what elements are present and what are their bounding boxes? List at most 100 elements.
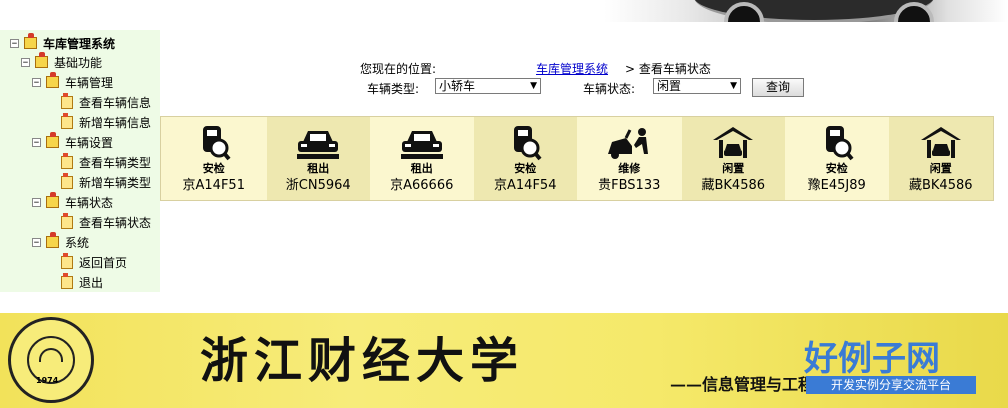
- tree-folder-label: 车辆管理: [65, 75, 114, 90]
- breadcrumb-label: 您现在的位置:: [360, 62, 437, 76]
- collapse-icon[interactable]: −: [32, 77, 41, 87]
- folder-icon: [46, 132, 59, 148]
- collapse-icon[interactable]: −: [32, 237, 41, 247]
- vehicle-plate: 藏BK4586: [701, 178, 766, 193]
- vehicle-plate: 京A14F51: [182, 178, 245, 193]
- garage-icon: [711, 124, 755, 162]
- vehicle-card[interactable]: 闲置藏BK4586: [681, 117, 786, 200]
- tree-link-label[interactable]: 新增车辆信息: [79, 114, 151, 131]
- vehicle-plate: 贵FBS133: [598, 178, 661, 193]
- vehicle-card[interactable]: 安检京A14F54: [473, 117, 578, 200]
- page-icon: [61, 212, 73, 229]
- tree-link-logout[interactable]: 退出: [61, 272, 103, 291]
- folder-icon: [24, 33, 37, 49]
- tree-folder-label: 车辆状态: [65, 195, 114, 210]
- vehicle-status-text: 租出: [307, 162, 330, 175]
- vehicle-card[interactable]: 维修贵FBS133: [577, 117, 682, 200]
- vehicle-status-icon-wrap: 安检: [785, 117, 889, 177]
- query-button[interactable]: 查询: [752, 78, 804, 97]
- seal-year: 1974: [36, 376, 59, 385]
- dropdown-arrow-icon: ▼: [730, 81, 737, 91]
- vehicle-plate: 京A66666: [390, 178, 454, 193]
- tree-link-label[interactable]: 返回首页: [79, 254, 127, 271]
- collapse-icon[interactable]: −: [21, 57, 30, 67]
- breadcrumb-link[interactable]: 车库管理系统: [536, 60, 608, 77]
- inspection-icon: [820, 124, 854, 162]
- folder-icon: [46, 192, 59, 208]
- vehicle-status-text: 安检: [514, 162, 537, 175]
- vehicle-status-text: 维修: [618, 162, 641, 175]
- tree-group-basic[interactable]: − 基础功能: [21, 52, 102, 71]
- page-icon: [61, 152, 73, 169]
- vehicle-status-value: 闲置: [657, 79, 682, 93]
- vehicle-plate: 豫E45J89: [807, 178, 866, 193]
- tree-link-home[interactable]: 返回首页: [61, 252, 127, 271]
- vehicle-status-icon-wrap: 租出: [370, 117, 474, 177]
- vehicle-status-icon-wrap: 闲置: [682, 117, 786, 177]
- page-icon: [61, 252, 73, 269]
- vehicle-type-label: 车辆类型:: [367, 82, 420, 96]
- university-seal-icon: 1974: [8, 317, 94, 403]
- top-banner-image: [604, 0, 1008, 22]
- dropdown-arrow-icon: ▼: [530, 81, 537, 91]
- folder-icon: [46, 232, 59, 248]
- page-icon: [61, 172, 73, 189]
- tree-folder-system[interactable]: − 系统: [32, 232, 90, 251]
- repair-icon: [606, 124, 652, 162]
- vehicle-type-select[interactable]: 小轿车 ▼: [435, 78, 541, 94]
- vehicle-status-select[interactable]: 闲置 ▼: [653, 78, 741, 94]
- tree-link-add-vehicle-info[interactable]: 新增车辆信息: [61, 112, 151, 131]
- vehicle-status-grid: 安检 京A14F51 租出 浙CN5964 租出 京A66666 安检 京A14F54 维修 贵F…: [160, 116, 994, 201]
- inspection-icon: [197, 124, 231, 162]
- tree-root-label: 车库管理系统: [43, 36, 116, 51]
- collapse-icon[interactable]: −: [32, 197, 41, 207]
- nav-tree: − 车库管理系统 − 基础功能 − 车辆管理 查看车辆信息 新增车辆信息 − 车…: [0, 30, 160, 292]
- breadcrumb-current: > 查看车辆状态: [625, 62, 711, 76]
- tree-link-label[interactable]: 查看车辆状态: [79, 214, 151, 231]
- vehicle-plate: 浙CN5964: [285, 178, 351, 193]
- folder-icon: [46, 72, 59, 88]
- tree-link-label[interactable]: 查看车辆信息: [79, 94, 151, 111]
- tree-folder-vehicle-status[interactable]: − 车辆状态: [32, 192, 114, 211]
- vehicle-card[interactable]: 安检 豫E45J89: [785, 117, 889, 200]
- watermark-logo: 好例子网: [804, 339, 940, 379]
- vehicle-status-icon-wrap: 维修: [577, 117, 682, 177]
- vehicle-card[interactable]: 闲置 藏BK4586: [888, 117, 994, 200]
- vehicle-card[interactable]: 安检京A14F51: [161, 117, 267, 200]
- tree-root[interactable]: − 车库管理系统: [10, 33, 116, 52]
- vehicle-plate: 藏BK4586: [908, 178, 973, 193]
- tree-folder-label: 车辆设置: [65, 135, 114, 150]
- collapse-icon[interactable]: −: [10, 38, 19, 48]
- watermark-tagline: 开发实例分享交流平台: [806, 376, 976, 394]
- tree-link-label[interactable]: 查看车辆类型: [79, 154, 151, 171]
- vehicle-status-text: 安检: [202, 162, 225, 175]
- vehicle-status-text: 闲置: [722, 162, 745, 175]
- vehicle-plate: 京A14F54: [494, 178, 557, 193]
- vehicle-status-text: 租出: [410, 162, 433, 175]
- tree-link-label[interactable]: 新增车辆类型: [79, 174, 151, 191]
- page-icon: [61, 272, 73, 289]
- vehicle-card[interactable]: 租出浙CN5964: [266, 117, 371, 200]
- tree-folder-vehicle-settings[interactable]: − 车辆设置: [32, 132, 114, 151]
- collapse-icon[interactable]: −: [32, 137, 41, 147]
- tree-link-view-vehicle-status[interactable]: 查看车辆状态: [61, 212, 151, 231]
- tree-folder-vehicle-management[interactable]: − 车辆管理: [32, 72, 114, 91]
- folder-icon: [35, 52, 48, 68]
- tree-link-view-vehicle-info[interactable]: 查看车辆信息: [61, 92, 151, 111]
- footer-banner: 1974 浙江财经大学 ——信息管理与工程学院 好例子网 开发实例分享交流平台: [0, 313, 1008, 408]
- university-name: 浙江财经大学: [200, 333, 525, 389]
- page-icon: [61, 112, 73, 129]
- tree-link-view-vehicle-types[interactable]: 查看车辆类型: [61, 152, 151, 171]
- garage-icon: [919, 124, 963, 162]
- vehicle-card[interactable]: 租出京A66666: [370, 117, 474, 200]
- tree-link-add-vehicle-type[interactable]: 新增车辆类型: [61, 172, 151, 191]
- vehicle-status-icon-wrap: 安检: [474, 117, 578, 177]
- vehicle-status-icon-wrap: 租出: [267, 117, 371, 177]
- tree-link-label[interactable]: 退出: [79, 274, 103, 291]
- inspection-icon: [508, 124, 542, 162]
- vehicle-status-icon-wrap: 闲置: [889, 117, 994, 177]
- tree-folder-label: 系统: [65, 235, 90, 250]
- vehicle-status-label: 车辆状态:: [583, 82, 636, 96]
- seal-building: [39, 348, 63, 362]
- car-icon: [399, 124, 445, 162]
